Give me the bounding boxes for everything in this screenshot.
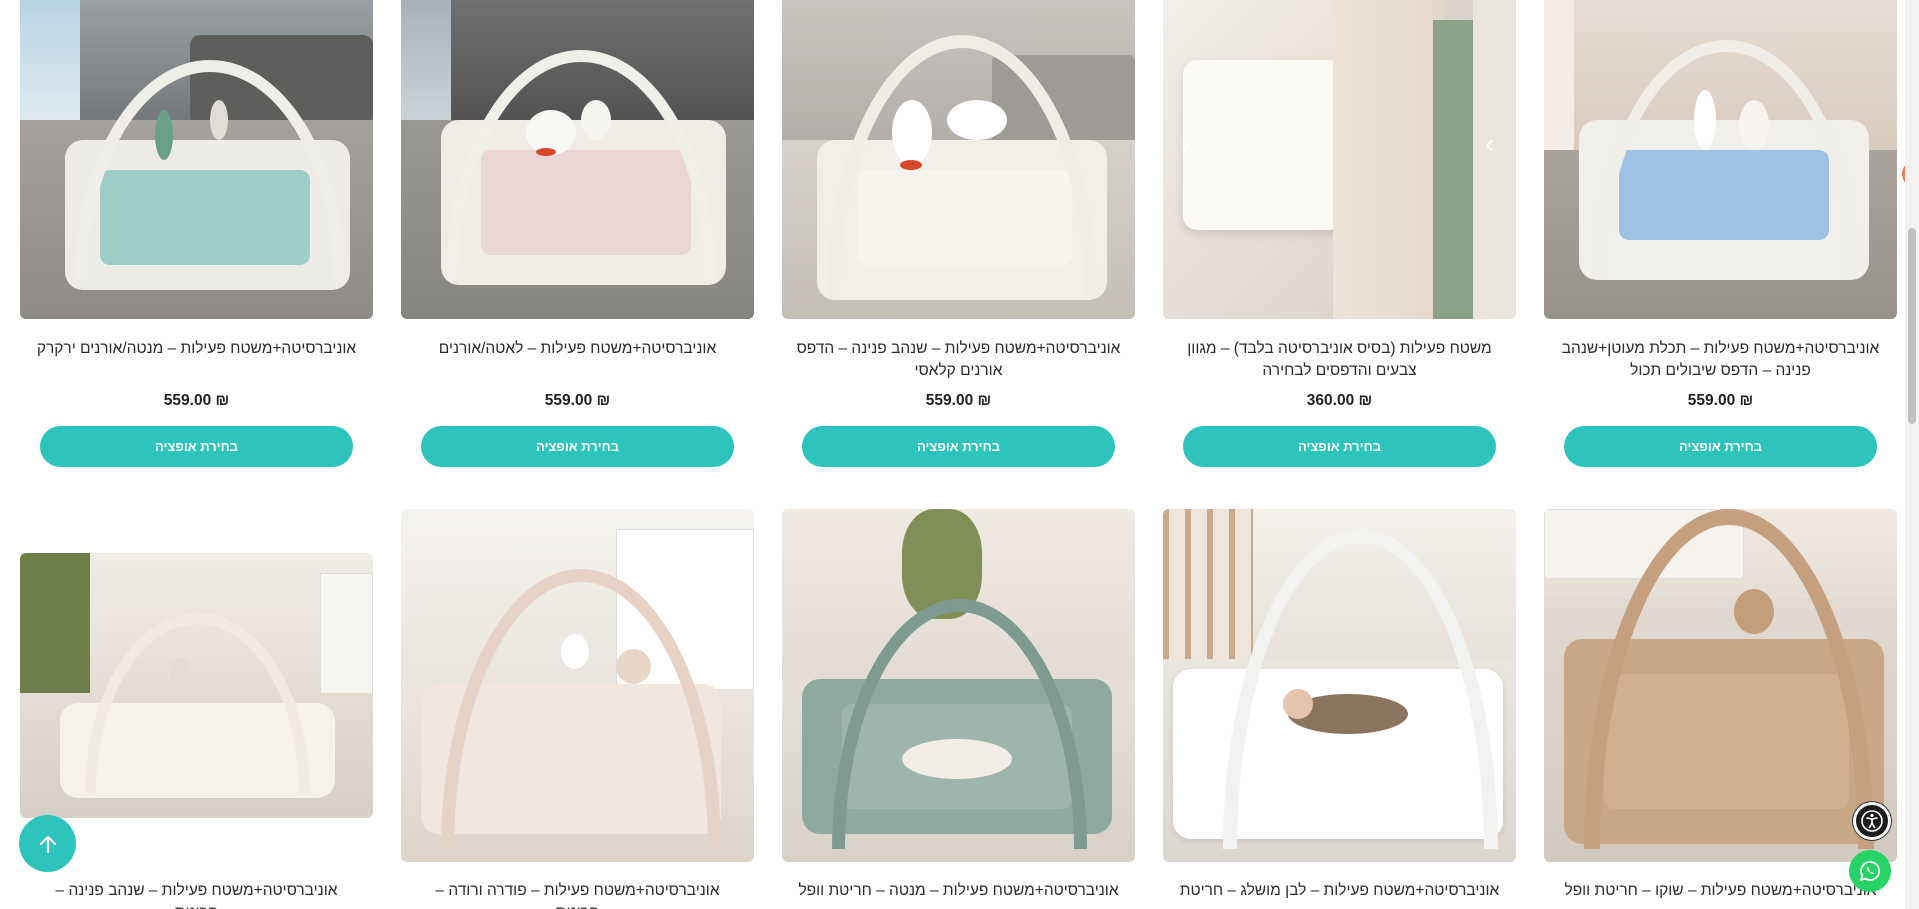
product-card: אוניברסיטה+משטח פעילות – שוקו – חריטת וו… xyxy=(1544,0,1897,909)
product-title[interactable]: אוניברסיטה+משטח פעילות – לבן מושלג – חרי… xyxy=(1163,880,1516,902)
product-grid: אוניברסיטה+משטח פעילות – מנטה/אורנים ירק… xyxy=(0,0,1900,909)
accessibility-icon xyxy=(1861,810,1883,832)
scrollbar-thumb[interactable] xyxy=(1908,228,1916,424)
accessibility-button[interactable] xyxy=(1853,802,1891,840)
product-image[interactable] xyxy=(401,509,754,862)
product-title[interactable]: אוניברסיטה+משטח פעילות – שנהב פנינה – חר… xyxy=(20,880,373,909)
product-image[interactable] xyxy=(20,553,373,818)
scroll-to-top-button[interactable] xyxy=(19,815,76,872)
product-card: אוניברסיטה+משטח פעילות – לבן מושלג – חרי… xyxy=(1163,0,1516,909)
scrollbar[interactable] xyxy=(1905,0,1919,909)
product-image[interactable] xyxy=(782,509,1135,862)
product-card: אוניברסיטה+משטח פעילות – מנטה – חריטת וו… xyxy=(782,0,1135,909)
product-title[interactable]: אוניברסיטה+משטח פעילות – שוקו – חריטת וו… xyxy=(1544,880,1897,902)
product-title[interactable]: אוניברסיטה+משטח פעילות – מנטה – חריטת וו… xyxy=(782,880,1135,902)
product-card: אוניברסיטה+משטח פעילות – שנהב פנינה – חר… xyxy=(20,0,373,909)
arrow-up-icon xyxy=(39,835,56,853)
whatsapp-button[interactable] xyxy=(1849,850,1891,892)
whatsapp-icon xyxy=(1859,861,1881,882)
product-image[interactable] xyxy=(1163,509,1516,862)
product-card: אוניברסיטה+משטח פעילות – פודרה ורודה – ח… xyxy=(401,0,754,909)
product-title[interactable]: אוניברסיטה+משטח פעילות – פודרה ורודה – ח… xyxy=(401,880,754,909)
product-image[interactable] xyxy=(1544,509,1897,862)
